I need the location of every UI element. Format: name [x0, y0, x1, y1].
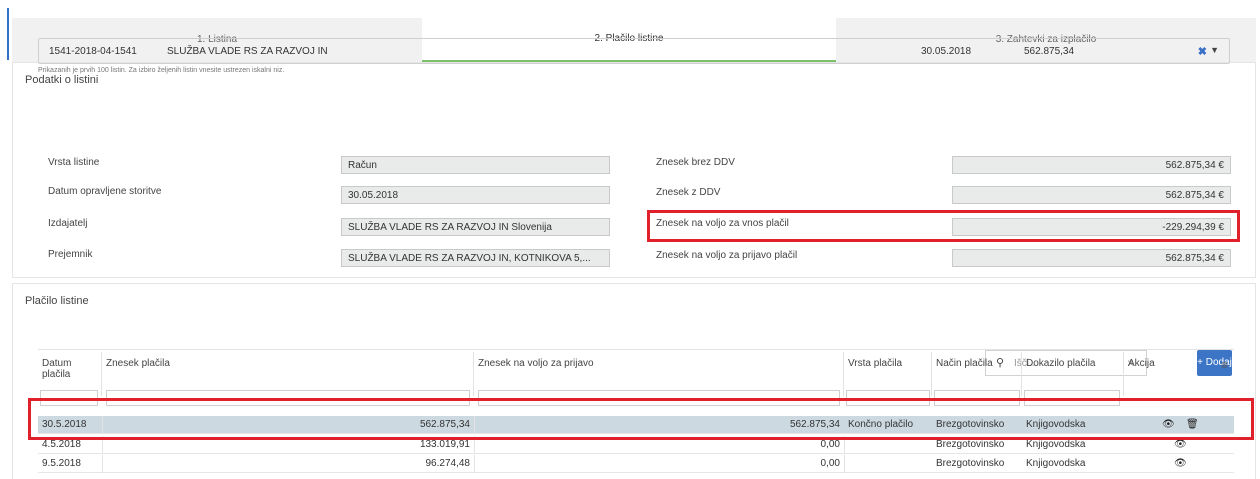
field-label-prijava-placil: Znesek na voljo za prijavo plačil [656, 250, 798, 261]
field-izdajatelj: SLUŽBA VLADE RS ZA RAZVOJ IN Slovenija [341, 218, 610, 236]
field-label-brez-ddv: Znesek brez DDV [656, 157, 735, 168]
select-code: 1541-2018-04-1541 [49, 46, 137, 57]
caret-down-icon[interactable]: ▼ [1210, 45, 1219, 55]
highlight-available-amount [647, 210, 1240, 242]
select-name: SLUŽBA VLADE RS ZA RAZVOJ IN [167, 46, 328, 57]
field-datum-storitve: 30.05.2018 [341, 186, 610, 204]
field-label-z-ddv: Znesek z DDV [656, 187, 721, 198]
field-znesek-z-ddv: 562.875,34 € [952, 186, 1231, 204]
select-hint: Prikazanih je prvih 100 listin. Za izbir… [38, 67, 285, 74]
table-top-border [38, 349, 1234, 350]
col-akcija-label: Akcija [1128, 358, 1155, 369]
left-accent-rule [7, 8, 9, 60]
field-vrsta-listine: Račun [341, 156, 610, 174]
field-znesek-prijava-placil: 562.875,34 € [952, 249, 1231, 267]
field-label-datum: Datum opravljene storitve [48, 186, 162, 197]
table-row[interactable]: 9.5.2018 96.274,48 0,00 Brezgotovinsko K… [38, 455, 1234, 473]
select-date: 30.05.2018 [921, 46, 972, 57]
highlight-selected-payment [28, 398, 1254, 440]
field-label-vrsta: Vrsta listine [48, 157, 100, 168]
field-prejemnik: SLUŽBA VLADE RS ZA RAZVOJ IN, KOTNIKOVA … [341, 249, 610, 267]
cell-proof: Knjigovodska [1026, 458, 1086, 469]
select-amount: 562.875,34 [1024, 46, 1075, 57]
field-znesek-brez-ddv: 562.875,34 € [952, 156, 1231, 174]
cell-type [844, 455, 932, 473]
field-label-izdajatelj: Izdajatelj [48, 218, 88, 229]
field-label-prejemnik: Prejemnik [48, 249, 93, 260]
cell-date: 9.5.2018 [42, 458, 81, 469]
clear-icon[interactable]: ✖ [1198, 45, 1207, 58]
cell-method: Brezgotovinsko [936, 458, 1005, 469]
panel-title: Podatki o listini [25, 74, 99, 86]
col-akcija: Akcija ≡ [1124, 352, 1234, 396]
cell-available: 0,00 [820, 458, 840, 469]
eye-icon[interactable]: 👁 [1174, 455, 1187, 473]
menu-icon[interactable]: ≡ [1221, 358, 1228, 372]
cell-amount: 96.274,48 [425, 458, 471, 469]
panel-title: Plačilo listine [25, 295, 89, 307]
document-select[interactable]: 1541-2018-04-1541 SLUŽBA VLADE RS ZA RAZ… [38, 38, 1230, 64]
